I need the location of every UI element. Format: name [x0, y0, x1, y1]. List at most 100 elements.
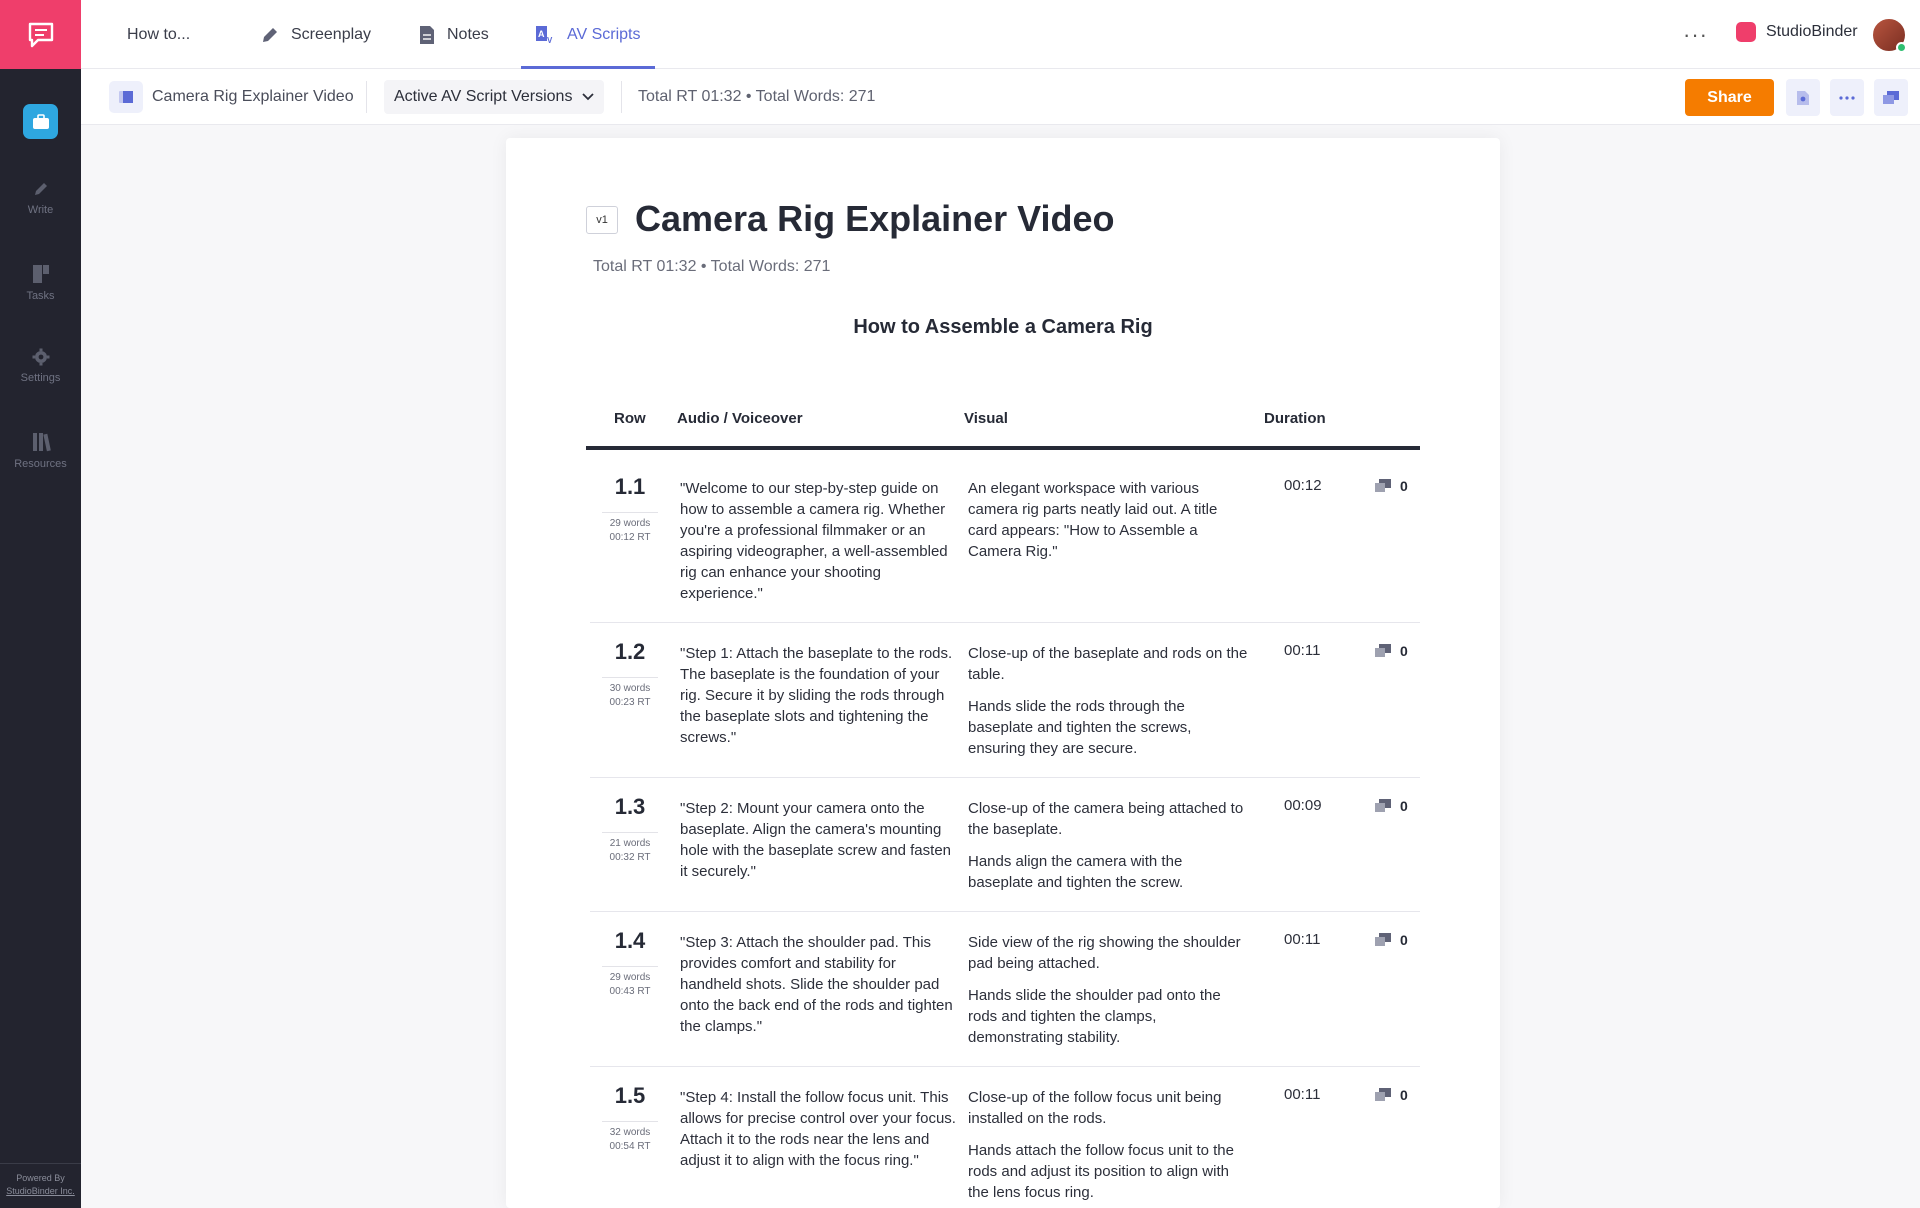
column-header-visual: Visual [964, 410, 1008, 427]
column-header-duration: Duration [1264, 410, 1326, 427]
export-button[interactable] [1786, 79, 1820, 116]
table-row[interactable]: 1.4 29 words 00:43 RT "Step 3: Attach th… [590, 912, 1420, 1067]
row-meta-divider [602, 1121, 658, 1122]
pen-icon [263, 27, 277, 42]
row-number: 1.1 [614, 474, 646, 499]
comment-icon [1375, 644, 1391, 657]
tasks-icon [32, 265, 49, 283]
comments-button[interactable]: 0 [1374, 643, 1408, 659]
visual-cell[interactable]: Side view of the rig showing the shoulde… [968, 932, 1248, 1048]
row-meta-divider [602, 512, 658, 513]
audio-cell[interactable]: "Step 3: Attach the shoulder pad. This p… [680, 932, 958, 1037]
duration-cell[interactable]: 00:11 [1284, 1086, 1320, 1103]
row-meta: 29 words 00:43 RT [590, 966, 670, 999]
chat-logo-icon [28, 22, 53, 47]
tab-screenplay-label: Screenplay [291, 25, 372, 43]
tab-av-scripts[interactable]: A V AV Scripts [521, 0, 654, 69]
row-word-count: 21 words [609, 838, 651, 849]
rail-item-resources[interactable]: Resources [0, 432, 81, 470]
duration-cell[interactable]: 00:12 [1284, 477, 1322, 494]
visual-cell[interactable]: Close-up of the baseplate and rods on th… [968, 643, 1248, 759]
toolbar-divider [366, 81, 367, 113]
comments-button[interactable]: 0 [1374, 932, 1408, 948]
duration-cell[interactable]: 00:11 [1284, 642, 1320, 659]
table-row[interactable]: 1.2 30 words 00:23 RT "Step 1: Attach th… [590, 623, 1420, 778]
tab-how-to[interactable]: How to... [127, 0, 190, 69]
section-title[interactable]: How to Assemble a Camera Rig [506, 316, 1500, 339]
versions-dropdown[interactable]: Active AV Script Versions [384, 80, 605, 114]
tab-notes[interactable]: Notes [419, 0, 489, 69]
visual-cell[interactable]: An elegant workspace with various camera… [968, 478, 1248, 562]
toolbar-divider [621, 81, 622, 113]
svg-text:V: V [547, 36, 553, 45]
visual-cell[interactable]: Close-up of the camera being attached to… [968, 798, 1248, 893]
comment-count: 0 [1400, 932, 1408, 948]
row-word-count: 30 words [609, 683, 651, 694]
rail-item-tasks[interactable]: Tasks [0, 264, 81, 302]
project-icon[interactable] [109, 81, 143, 113]
rail-footer-divider [0, 1163, 81, 1164]
row-meta-divider [602, 832, 658, 833]
comments-panel-button[interactable] [1874, 79, 1908, 116]
online-status-dot [1896, 42, 1907, 53]
more-options-button[interactable]: ··· [1683, 22, 1708, 48]
comments-button[interactable]: 0 [1374, 478, 1408, 494]
row-word-count: 29 words [609, 518, 651, 529]
studiobinder-logo[interactable] [0, 0, 81, 69]
top-nav: How to... Screenplay Notes A V AV Script… [81, 0, 1920, 69]
tab-av-scripts-label: AV Scripts [567, 25, 641, 43]
row-number: 1.4 [614, 928, 646, 953]
row-number: 1.3 [614, 794, 646, 819]
visual-cell[interactable]: Close-up of the follow focus unit being … [968, 1087, 1248, 1203]
tab-screenplay[interactable]: Screenplay [261, 0, 371, 69]
rail-label-settings: Settings [20, 372, 61, 384]
page-title[interactable]: Camera Rig Explainer Video [635, 198, 1115, 240]
studiobinder-account[interactable]: StudioBinder [1736, 22, 1858, 42]
row-word-count: 29 words [609, 972, 651, 983]
duration-cell[interactable]: 00:11 [1284, 931, 1320, 948]
table-header: Row Audio / Voiceover Visual Duration [586, 406, 1420, 450]
visual-paragraph: Close-up of the camera being attached to… [968, 800, 1244, 838]
row-running-time: 00:32 RT [609, 852, 651, 863]
av-script-document: v1 Camera Rig Explainer Video Total RT 0… [506, 138, 1500, 1208]
visual-paragraph: Hands align the camera with the baseplat… [968, 853, 1184, 891]
comments-button[interactable]: 0 [1374, 798, 1408, 814]
gear-icon [32, 348, 49, 366]
audio-cell[interactable]: "Welcome to our step-by-step guide on ho… [680, 478, 958, 604]
project-name[interactable]: Camera Rig Explainer Video [152, 88, 354, 106]
document-totals: Total RT 01:32 • Total Words: 271 [593, 258, 831, 275]
share-button[interactable]: Share [1685, 79, 1774, 116]
version-badge[interactable]: v1 [586, 206, 618, 234]
row-meta-divider [602, 966, 658, 967]
more-actions-button[interactable] [1830, 79, 1864, 116]
row-meta: 21 words 00:32 RT [590, 832, 670, 865]
table-row[interactable]: 1.3 21 words 00:32 RT "Step 2: Mount you… [590, 778, 1420, 912]
toolbar-totals: Total RT 01:32 • Total Words: 271 [638, 88, 876, 105]
comments-button[interactable]: 0 [1374, 1087, 1408, 1103]
versions-label: Active AV Script Versions [394, 88, 573, 105]
row-meta: 32 words 00:54 RT [590, 1121, 670, 1154]
audio-cell[interactable]: "Step 1: Attach the baseplate to the rod… [680, 643, 958, 748]
column-header-audio: Audio / Voiceover [677, 410, 803, 427]
document-icon [420, 25, 434, 44]
table-row[interactable]: 1.5 32 words 00:54 RT "Step 4: Install t… [590, 1067, 1420, 1208]
rail-item-settings[interactable]: Settings [0, 348, 81, 384]
duration-cell[interactable]: 00:09 [1284, 797, 1322, 814]
powered-by[interactable]: Powered By StudioBinder Inc. [0, 1163, 81, 1198]
rail-label-resources: Resources [14, 458, 67, 470]
comment-count: 0 [1400, 478, 1408, 494]
comment-icon [1375, 933, 1391, 946]
comment-icon [1375, 479, 1391, 492]
row-running-time: 00:23 RT [609, 697, 651, 708]
projects-button[interactable] [23, 104, 58, 139]
audio-cell[interactable]: "Step 4: Install the follow focus unit. … [680, 1087, 958, 1171]
table-row[interactable]: 1.1 29 words 00:12 RT "Welcome to our st… [590, 458, 1420, 623]
rail-item-write[interactable]: Write [0, 180, 81, 216]
powered-by-line1: Powered By [16, 1173, 65, 1183]
pencil-icon [34, 183, 47, 195]
visual-paragraph: Side view of the rig showing the shoulde… [968, 934, 1241, 972]
comment-icon [1375, 1088, 1391, 1101]
rail-label-write: Write [27, 204, 54, 216]
tab-how-to-label: How to... [127, 25, 191, 43]
audio-cell[interactable]: "Step 2: Mount your camera onto the base… [680, 798, 958, 882]
